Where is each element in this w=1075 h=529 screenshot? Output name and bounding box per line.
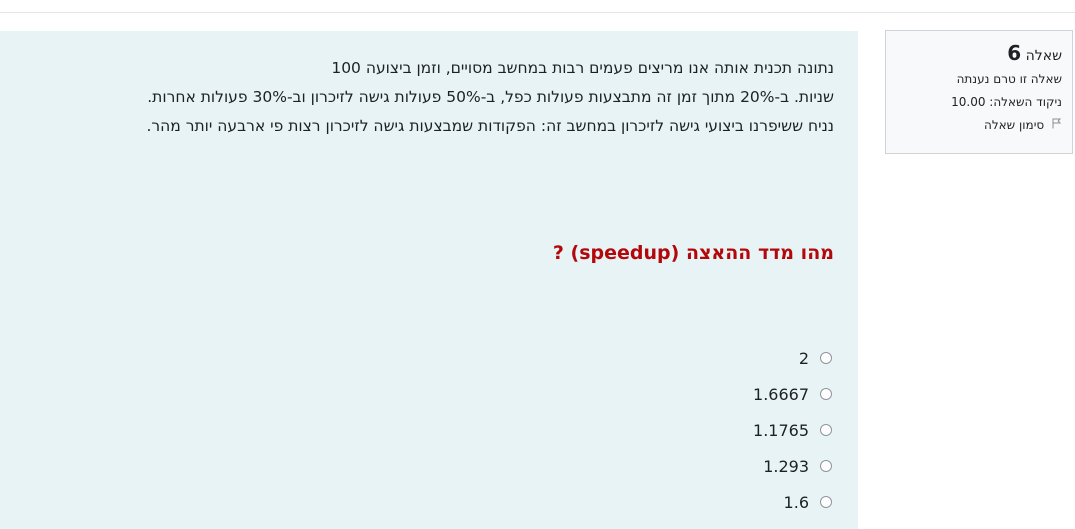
question-title: שאלה 6 bbox=[894, 41, 1062, 65]
question-score: ניקוד השאלה: 10.00 bbox=[951, 95, 1062, 109]
question-content: נתונה תכנית אותה אנו מריצים פעמים רבות ב… bbox=[0, 31, 858, 529]
top-divider bbox=[0, 12, 1075, 13]
flag-question-link[interactable]: סימון שאלה bbox=[894, 118, 1062, 134]
radio-button[interactable] bbox=[820, 460, 832, 472]
answer-option[interactable]: 2 bbox=[753, 340, 832, 376]
answer-label[interactable]: 1.1765 bbox=[753, 421, 809, 440]
answer-label[interactable]: 1.6667 bbox=[753, 385, 809, 404]
question-status: שאלה זו טרם נענתה bbox=[956, 72, 1062, 86]
flag-label: סימון שאלה bbox=[984, 118, 1045, 132]
radio-button[interactable] bbox=[820, 352, 832, 364]
question-word: שאלה bbox=[1025, 48, 1062, 64]
answer-label[interactable]: 1.293 bbox=[763, 457, 809, 476]
answer-option[interactable]: 1.1765 bbox=[753, 412, 832, 448]
question-text: נתונה תכנית אותה אנו מריצים פעמים רבות ב… bbox=[54, 54, 834, 141]
answer-options: 2 1.6667 1.1765 1.293 1.6 bbox=[753, 340, 832, 520]
question-number: 6 bbox=[1007, 41, 1022, 65]
radio-button[interactable] bbox=[820, 388, 832, 400]
flag-icon bbox=[1048, 118, 1062, 132]
answer-label[interactable]: 1.6 bbox=[784, 493, 809, 512]
answer-option[interactable]: 1.6667 bbox=[753, 376, 832, 412]
answer-label[interactable]: 2 bbox=[799, 349, 809, 368]
answer-option[interactable]: 1.6 bbox=[753, 484, 832, 520]
question-prompt: מהו מדד ההאצה (speedup) ? bbox=[552, 242, 834, 264]
radio-button[interactable] bbox=[820, 424, 832, 436]
question-line-3: נניח ששיפרנו ביצועי גישה לזיכרון במחשב ז… bbox=[146, 117, 834, 135]
question-line-1: נתונה תכנית אותה אנו מריצים פעמים רבות ב… bbox=[331, 59, 834, 77]
question-info-panel: שאלה 6 שאלה זו טרם נענתה ניקוד השאלה: 10… bbox=[885, 30, 1073, 154]
radio-button[interactable] bbox=[820, 496, 832, 508]
answer-option[interactable]: 1.293 bbox=[753, 448, 832, 484]
question-line-2: שניות. ב-20% מתוך זמן זה מתבצעות פעולות … bbox=[147, 88, 834, 106]
